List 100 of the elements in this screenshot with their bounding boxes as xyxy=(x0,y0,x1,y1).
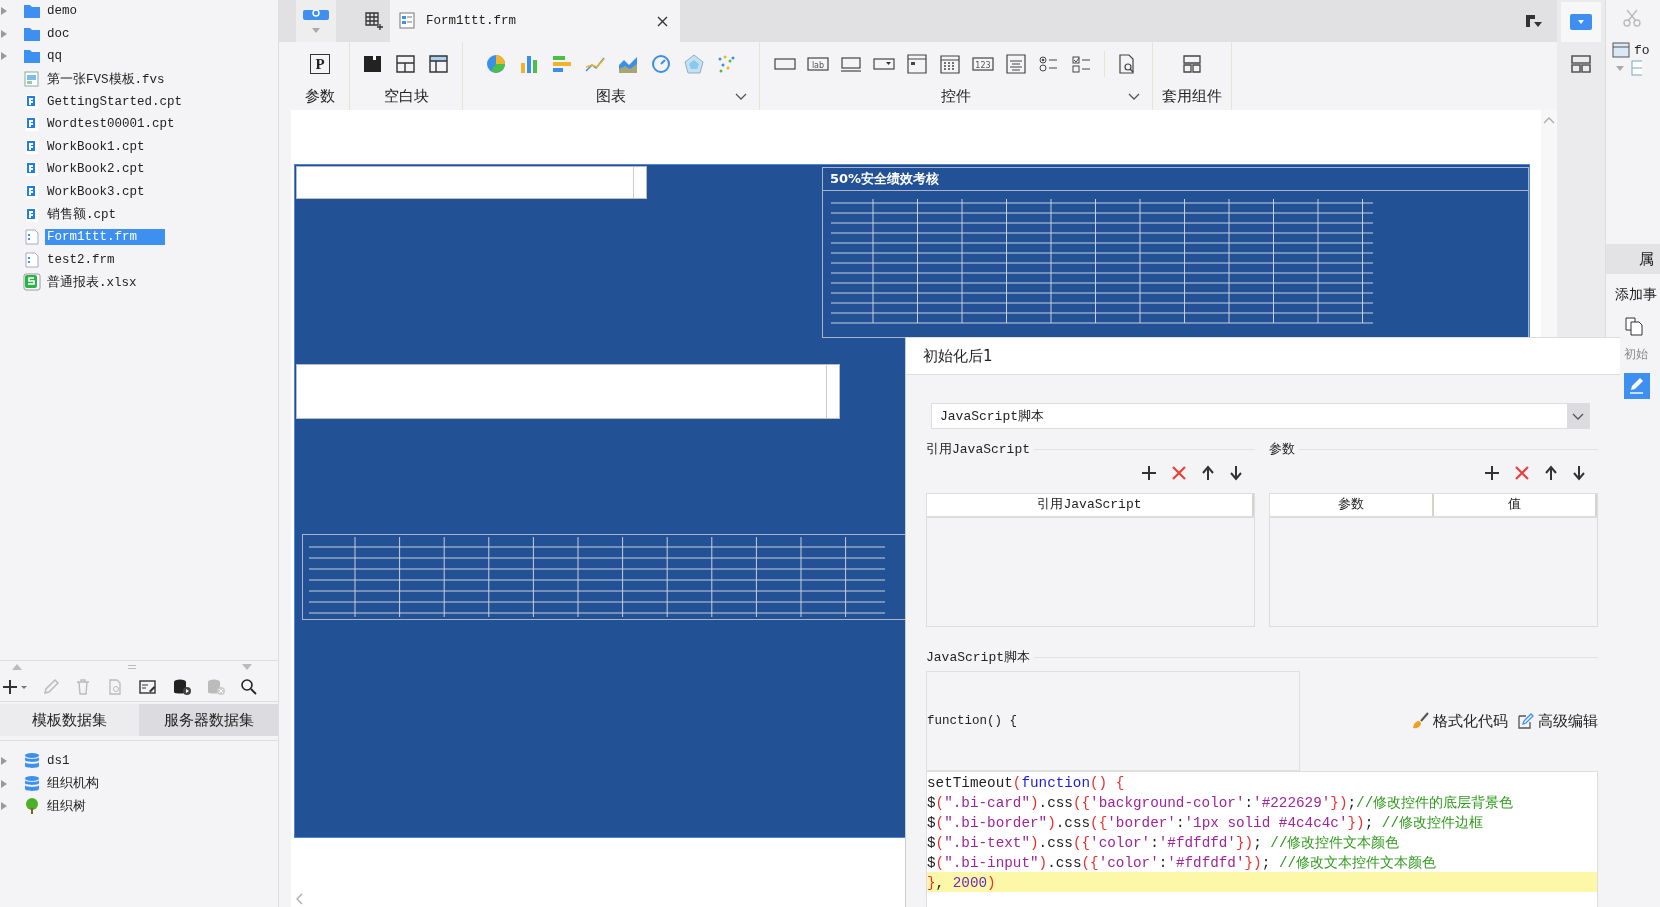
editor-action-button[interactable]: 高级编辑 xyxy=(1516,711,1598,731)
collapse-down-icon[interactable] xyxy=(242,664,252,670)
delete-icon[interactable] xyxy=(1171,465,1187,481)
label-widget-icon[interactable]: lab xyxy=(807,56,829,72)
database-remove-icon[interactable] xyxy=(206,678,226,696)
delete-icon[interactable] xyxy=(1514,465,1530,481)
window-icon[interactable] xyxy=(906,53,928,75)
file-tree-item[interactable]: WorkBook3.cpt xyxy=(45,184,147,201)
trash-icon[interactable] xyxy=(74,678,92,696)
move-down-icon[interactable] xyxy=(1572,465,1586,481)
column-header[interactable]: 引用JavaScript xyxy=(927,494,1254,516)
search-template-button[interactable] xyxy=(296,0,336,42)
file-tree-item[interactable]: 普通报表.xlsx xyxy=(45,272,139,292)
block-icon xyxy=(1630,60,1642,76)
edit-icon xyxy=(1516,712,1534,730)
collapse-up-icon[interactable] xyxy=(12,664,22,670)
script-type-select[interactable]: JavaScript脚本 xyxy=(931,403,1590,429)
hbar-icon[interactable] xyxy=(550,53,573,75)
solid-icon[interactable] xyxy=(362,53,384,75)
file-tree-item[interactable]: doc xyxy=(45,25,72,42)
radar-icon[interactable] xyxy=(682,53,705,75)
tree-item[interactable]: fo xyxy=(1634,42,1650,58)
scroll-left-icon[interactable] xyxy=(295,893,303,905)
text-widget[interactable] xyxy=(296,364,840,419)
dataset-item[interactable]: 组织树 xyxy=(45,797,88,816)
copy-icon[interactable] xyxy=(1624,316,1644,336)
chevron-down-icon[interactable] xyxy=(1128,92,1140,100)
edit-button[interactable] xyxy=(1624,373,1650,399)
list-icon[interactable] xyxy=(1005,53,1027,75)
chevron-down-icon[interactable] xyxy=(735,92,747,100)
document-icon xyxy=(23,183,41,202)
file-tree-item[interactable]: GettingStarted.cpt xyxy=(45,93,185,110)
document-tab[interactable]: Form1ttt.frm xyxy=(390,0,680,42)
new-table-icon[interactable] xyxy=(364,11,384,31)
expand-arrow-icon[interactable] xyxy=(1,757,7,766)
file-tree-item[interactable]: test2.frm xyxy=(45,251,117,268)
folder-icon xyxy=(23,47,41,66)
dataset-item[interactable]: 组织机构 xyxy=(45,774,101,794)
file-tree-item[interactable]: 销售额.cpt xyxy=(45,205,118,225)
expand-arrow-icon[interactable] xyxy=(1,52,7,61)
toolbar-group-label: 图表 xyxy=(596,86,626,106)
file-tree-item[interactable]: WorkBook1.cpt xyxy=(45,138,147,155)
caret-icon[interactable] xyxy=(1616,65,1624,71)
scissors-icon[interactable] xyxy=(1622,8,1642,28)
dataset-tab[interactable]: 模板数据集 xyxy=(0,704,139,736)
file-tree-item[interactable]: WorkBook2.cpt xyxy=(45,161,147,178)
grip-icon[interactable] xyxy=(128,665,136,669)
properties-tab[interactable]: 属 xyxy=(1606,244,1660,274)
gauge-icon[interactable] xyxy=(649,53,672,75)
expand-arrow-icon[interactable] xyxy=(1,7,7,16)
gridh-icon[interactable] xyxy=(428,53,450,75)
dataset-item[interactable]: ds1 xyxy=(45,753,72,770)
toolbar-group-label: 空白块 xyxy=(383,86,429,106)
database-run-icon[interactable] xyxy=(172,678,192,696)
add-icon[interactable] xyxy=(2,678,28,696)
code-editor[interactable] xyxy=(926,771,1598,907)
layout-icon[interactable] xyxy=(1570,54,1592,74)
parameter-icon[interactable]: P xyxy=(310,54,330,74)
code-line: $(".bi-border").css({'border':'1px solid #4c4c4c'}); //修改控件边框 xyxy=(927,815,1483,831)
dataset-tab[interactable]: 服务器数据集 xyxy=(139,704,278,736)
column-header[interactable]: 值 xyxy=(1433,494,1597,516)
calendar-icon[interactable] xyxy=(939,53,961,75)
grid-icon[interactable] xyxy=(395,53,417,75)
caret-icon xyxy=(312,27,320,33)
move-up-icon[interactable] xyxy=(1544,465,1558,481)
dropdown-widget-icon[interactable] xyxy=(1570,14,1592,30)
move-up-icon[interactable] xyxy=(1201,465,1215,481)
expand-arrow-icon[interactable] xyxy=(1,29,7,38)
file-tree-item[interactable]: 第一张FVS模板.fvs xyxy=(45,69,167,89)
code-line: $(".bi-text").css({'color':'#fdfdfd'}); //修改控件文本颜色 xyxy=(927,835,1400,851)
text-widget[interactable] xyxy=(296,166,647,199)
form-file-icon xyxy=(398,11,418,31)
scroll-up-icon[interactable] xyxy=(1543,116,1555,124)
toolbar-group-label: 套用组件 xyxy=(1162,86,1222,106)
add-icon[interactable] xyxy=(1484,465,1500,481)
expand-arrow-icon[interactable] xyxy=(1,779,7,788)
pie-icon[interactable] xyxy=(484,53,507,75)
radio-icon[interactable] xyxy=(1038,53,1060,75)
expand-arrow-icon[interactable] xyxy=(1,802,7,811)
editor-action-button[interactable]: 格式化代码 xyxy=(1411,711,1508,731)
column-header[interactable]: 参数 xyxy=(1270,494,1434,516)
brush-icon xyxy=(1411,712,1429,730)
report-table-widget[interactable]: 50%安全绩效考核 xyxy=(822,167,1529,338)
move-down-icon[interactable] xyxy=(1229,465,1243,481)
number-widget-icon[interactable]: 123 xyxy=(972,56,994,72)
close-icon[interactable] xyxy=(657,15,668,27)
file-tree-item[interactable]: Wordtest00001.cpt xyxy=(45,116,177,133)
file-tree-item[interactable]: qq xyxy=(45,48,64,65)
section-label: 引用JavaScript xyxy=(926,441,1030,458)
function-header: function() { xyxy=(927,714,1017,728)
edit-dataset-icon[interactable] xyxy=(138,678,158,696)
document-icon xyxy=(23,160,41,179)
panel-menu-icon[interactable] xyxy=(1525,14,1543,28)
check-icon[interactable] xyxy=(1071,53,1093,75)
pencil-icon[interactable] xyxy=(42,678,60,696)
code-line: $(".bi-input").css({'color':'#fdfdfd'}); //修改文本控件文本颜色 xyxy=(927,855,1437,871)
database-icon xyxy=(23,752,41,771)
layout-icon[interactable] xyxy=(1181,53,1203,75)
add-icon[interactable] xyxy=(1141,465,1157,481)
file-tree-item[interactable]: demo xyxy=(45,3,79,20)
